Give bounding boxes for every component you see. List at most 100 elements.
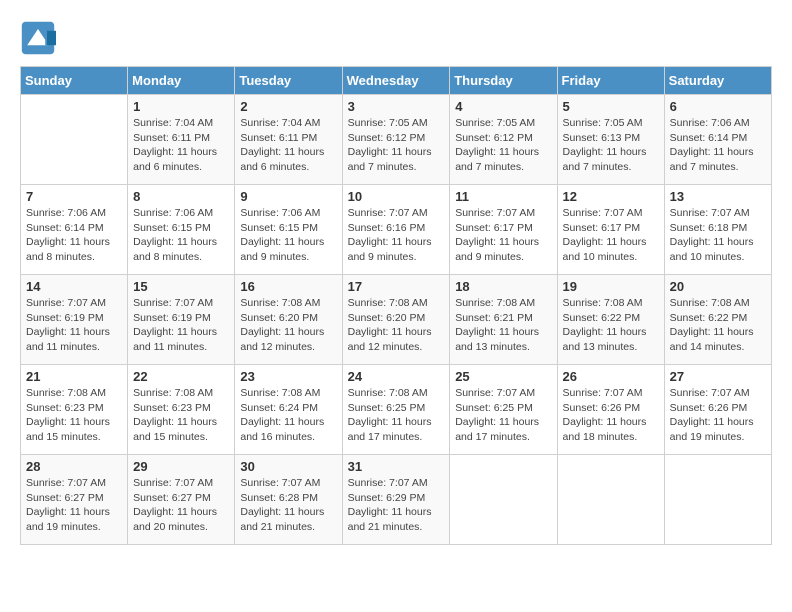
calendar-day-cell: 20 Sunrise: 7:08 AMSunset: 6:22 PMDayligh…	[664, 275, 771, 365]
calendar-week-row: 7 Sunrise: 7:06 AMSunset: 6:14 PMDaylight…	[21, 185, 772, 275]
calendar-day-cell: 23 Sunrise: 7:08 AMSunset: 6:24 PMDayligh…	[235, 365, 342, 455]
day-number: 28	[26, 459, 122, 474]
calendar-day-cell: 8 Sunrise: 7:06 AMSunset: 6:15 PMDaylight…	[128, 185, 235, 275]
day-number: 12	[563, 189, 659, 204]
day-number: 31	[348, 459, 445, 474]
calendar-day-cell: 30 Sunrise: 7:07 AMSunset: 6:28 PMDayligh…	[235, 455, 342, 545]
day-detail: Sunrise: 7:08 AMSunset: 6:23 PMDaylight:…	[133, 386, 229, 445]
day-detail: Sunrise: 7:07 AMSunset: 6:19 PMDaylight:…	[26, 296, 122, 355]
day-header: Friday	[557, 67, 664, 95]
day-detail: Sunrise: 7:06 AMSunset: 6:15 PMDaylight:…	[240, 206, 336, 265]
calendar-day-cell: 16 Sunrise: 7:08 AMSunset: 6:20 PMDayligh…	[235, 275, 342, 365]
day-number: 16	[240, 279, 336, 294]
day-number: 6	[670, 99, 766, 114]
day-detail: Sunrise: 7:07 AMSunset: 6:26 PMDaylight:…	[563, 386, 659, 445]
day-number: 13	[670, 189, 766, 204]
day-number: 20	[670, 279, 766, 294]
day-detail: Sunrise: 7:07 AMSunset: 6:18 PMDaylight:…	[670, 206, 766, 265]
day-number: 19	[563, 279, 659, 294]
day-number: 24	[348, 369, 445, 384]
day-detail: Sunrise: 7:07 AMSunset: 6:27 PMDaylight:…	[26, 476, 122, 535]
calendar-day-cell: 2Sunrise: 7:04 AMSunset: 6:11 PMDaylight…	[235, 95, 342, 185]
day-number: 14	[26, 279, 122, 294]
day-number: 26	[563, 369, 659, 384]
day-detail: Sunrise: 7:08 AMSunset: 6:20 PMDaylight:…	[348, 296, 445, 355]
calendar-week-row: 1 Sunrise: 7:04 AMSunset: 6:11 PMDaylight…	[21, 95, 772, 185]
calendar-day-cell: 19 Sunrise: 7:08 AMSunset: 6:22 PMDayligh…	[557, 275, 664, 365]
day-number: 5	[563, 99, 659, 114]
day-number: 21	[26, 369, 122, 384]
day-number: 7	[26, 189, 122, 204]
day-detail: Sunrise: 7:07 AMSunset: 6:29 PMDaylight:…	[348, 476, 445, 535]
day-number: 2	[240, 99, 336, 114]
day-detail: Sunrise: 7:07 AMSunset: 6:17 PMDaylight:…	[563, 206, 659, 265]
calendar-day-cell: 3 Sunrise: 7:05 AMSunset: 6:12 PMDaylight…	[342, 95, 450, 185]
calendar-day-cell: 31 Sunrise: 7:07 AMSunset: 6:29 PMDayligh…	[342, 455, 450, 545]
calendar-day-cell: 11Sunrise: 7:07 AMSunset: 6:17 PMDayligh…	[450, 185, 557, 275]
calendar-day-cell: 25 Sunrise: 7:07 AMSunset: 6:25 PMDayligh…	[450, 365, 557, 455]
calendar-table: SundayMondayTuesdayWednesdayThursdayFrid…	[20, 66, 772, 545]
day-number: 3	[348, 99, 445, 114]
calendar-day-cell: 7 Sunrise: 7:06 AMSunset: 6:14 PMDaylight…	[21, 185, 128, 275]
day-number: 15	[133, 279, 229, 294]
day-number: 8	[133, 189, 229, 204]
day-detail: Sunrise: 7:07 AMSunset: 6:25 PMDaylight:…	[455, 386, 551, 445]
calendar-week-row: 14 Sunrise: 7:07 AMSunset: 6:19 PMDayligh…	[21, 275, 772, 365]
day-detail: Sunrise: 7:07 AMSunset: 6:19 PMDaylight:…	[133, 296, 229, 355]
day-number: 30	[240, 459, 336, 474]
day-detail: Sunrise: 7:07 AMSunset: 6:27 PMDaylight:…	[133, 476, 229, 535]
day-number: 10	[348, 189, 445, 204]
day-number: 1	[133, 99, 229, 114]
day-detail: Sunrise: 7:08 AMSunset: 6:20 PMDaylight:…	[240, 296, 336, 355]
page-header	[20, 20, 772, 56]
calendar-day-cell	[21, 95, 128, 185]
calendar-day-cell: 21 Sunrise: 7:08 AMSunset: 6:23 PMDayligh…	[21, 365, 128, 455]
day-detail: Sunrise: 7:05 AMSunset: 6:12 PMDaylight:…	[455, 116, 551, 175]
calendar-day-cell: 17 Sunrise: 7:08 AMSunset: 6:20 PMDayligh…	[342, 275, 450, 365]
calendar-day-cell: 28 Sunrise: 7:07 AMSunset: 6:27 PMDayligh…	[21, 455, 128, 545]
day-header: Tuesday	[235, 67, 342, 95]
calendar-day-cell: 4Sunrise: 7:05 AMSunset: 6:12 PMDaylight…	[450, 95, 557, 185]
calendar-day-cell: 6Sunrise: 7:06 AMSunset: 6:14 PMDaylight…	[664, 95, 771, 185]
calendar-day-cell	[557, 455, 664, 545]
day-detail: Sunrise: 7:08 AMSunset: 6:22 PMDaylight:…	[563, 296, 659, 355]
day-number: 23	[240, 369, 336, 384]
day-number: 25	[455, 369, 551, 384]
day-detail: Sunrise: 7:04 AMSunset: 6:11 PMDaylight:…	[133, 116, 229, 175]
calendar-day-cell	[664, 455, 771, 545]
calendar-day-cell: 26 Sunrise: 7:07 AMSunset: 6:26 PMDayligh…	[557, 365, 664, 455]
logo	[20, 20, 60, 56]
calendar-day-cell: 15 Sunrise: 7:07 AMSunset: 6:19 PMDayligh…	[128, 275, 235, 365]
calendar-day-cell: 10 Sunrise: 7:07 AMSunset: 6:16 PMDayligh…	[342, 185, 450, 275]
day-detail: Sunrise: 7:06 AMSunset: 6:14 PMDaylight:…	[26, 206, 122, 265]
calendar-day-cell: 18Sunrise: 7:08 AMSunset: 6:21 PMDayligh…	[450, 275, 557, 365]
day-detail: Sunrise: 7:08 AMSunset: 6:21 PMDaylight:…	[455, 296, 551, 355]
calendar-day-cell: 1 Sunrise: 7:04 AMSunset: 6:11 PMDaylight…	[128, 95, 235, 185]
day-header: Wednesday	[342, 67, 450, 95]
calendar-day-cell: 27Sunrise: 7:07 AMSunset: 6:26 PMDayligh…	[664, 365, 771, 455]
calendar-day-cell: 13 Sunrise: 7:07 AMSunset: 6:18 PMDayligh…	[664, 185, 771, 275]
day-detail: Sunrise: 7:06 AMSunset: 6:15 PMDaylight:…	[133, 206, 229, 265]
day-header: Monday	[128, 67, 235, 95]
day-detail: Sunrise: 7:08 AMSunset: 6:24 PMDaylight:…	[240, 386, 336, 445]
day-detail: Sunrise: 7:07 AMSunset: 6:26 PMDaylight:…	[670, 386, 766, 445]
day-number: 17	[348, 279, 445, 294]
day-detail: Sunrise: 7:07 AMSunset: 6:16 PMDaylight:…	[348, 206, 445, 265]
day-detail: Sunrise: 7:08 AMSunset: 6:22 PMDaylight:…	[670, 296, 766, 355]
day-detail: Sunrise: 7:05 AMSunset: 6:12 PMDaylight:…	[348, 116, 445, 175]
calendar-header-row: SundayMondayTuesdayWednesdayThursdayFrid…	[21, 67, 772, 95]
calendar-day-cell	[450, 455, 557, 545]
logo-icon	[20, 20, 56, 56]
day-number: 11	[455, 189, 551, 204]
calendar-week-row: 28 Sunrise: 7:07 AMSunset: 6:27 PMDayligh…	[21, 455, 772, 545]
day-detail: Sunrise: 7:08 AMSunset: 6:23 PMDaylight:…	[26, 386, 122, 445]
day-detail: Sunrise: 7:05 AMSunset: 6:13 PMDaylight:…	[563, 116, 659, 175]
calendar-week-row: 21 Sunrise: 7:08 AMSunset: 6:23 PMDayligh…	[21, 365, 772, 455]
calendar-day-cell: 12 Sunrise: 7:07 AMSunset: 6:17 PMDayligh…	[557, 185, 664, 275]
calendar-day-cell: 14 Sunrise: 7:07 AMSunset: 6:19 PMDayligh…	[21, 275, 128, 365]
calendar-day-cell: 9Sunrise: 7:06 AMSunset: 6:15 PMDaylight…	[235, 185, 342, 275]
calendar-day-cell: 5 Sunrise: 7:05 AMSunset: 6:13 PMDaylight…	[557, 95, 664, 185]
day-header: Saturday	[664, 67, 771, 95]
calendar-day-cell: 24Sunrise: 7:08 AMSunset: 6:25 PMDayligh…	[342, 365, 450, 455]
day-detail: Sunrise: 7:07 AMSunset: 6:28 PMDaylight:…	[240, 476, 336, 535]
